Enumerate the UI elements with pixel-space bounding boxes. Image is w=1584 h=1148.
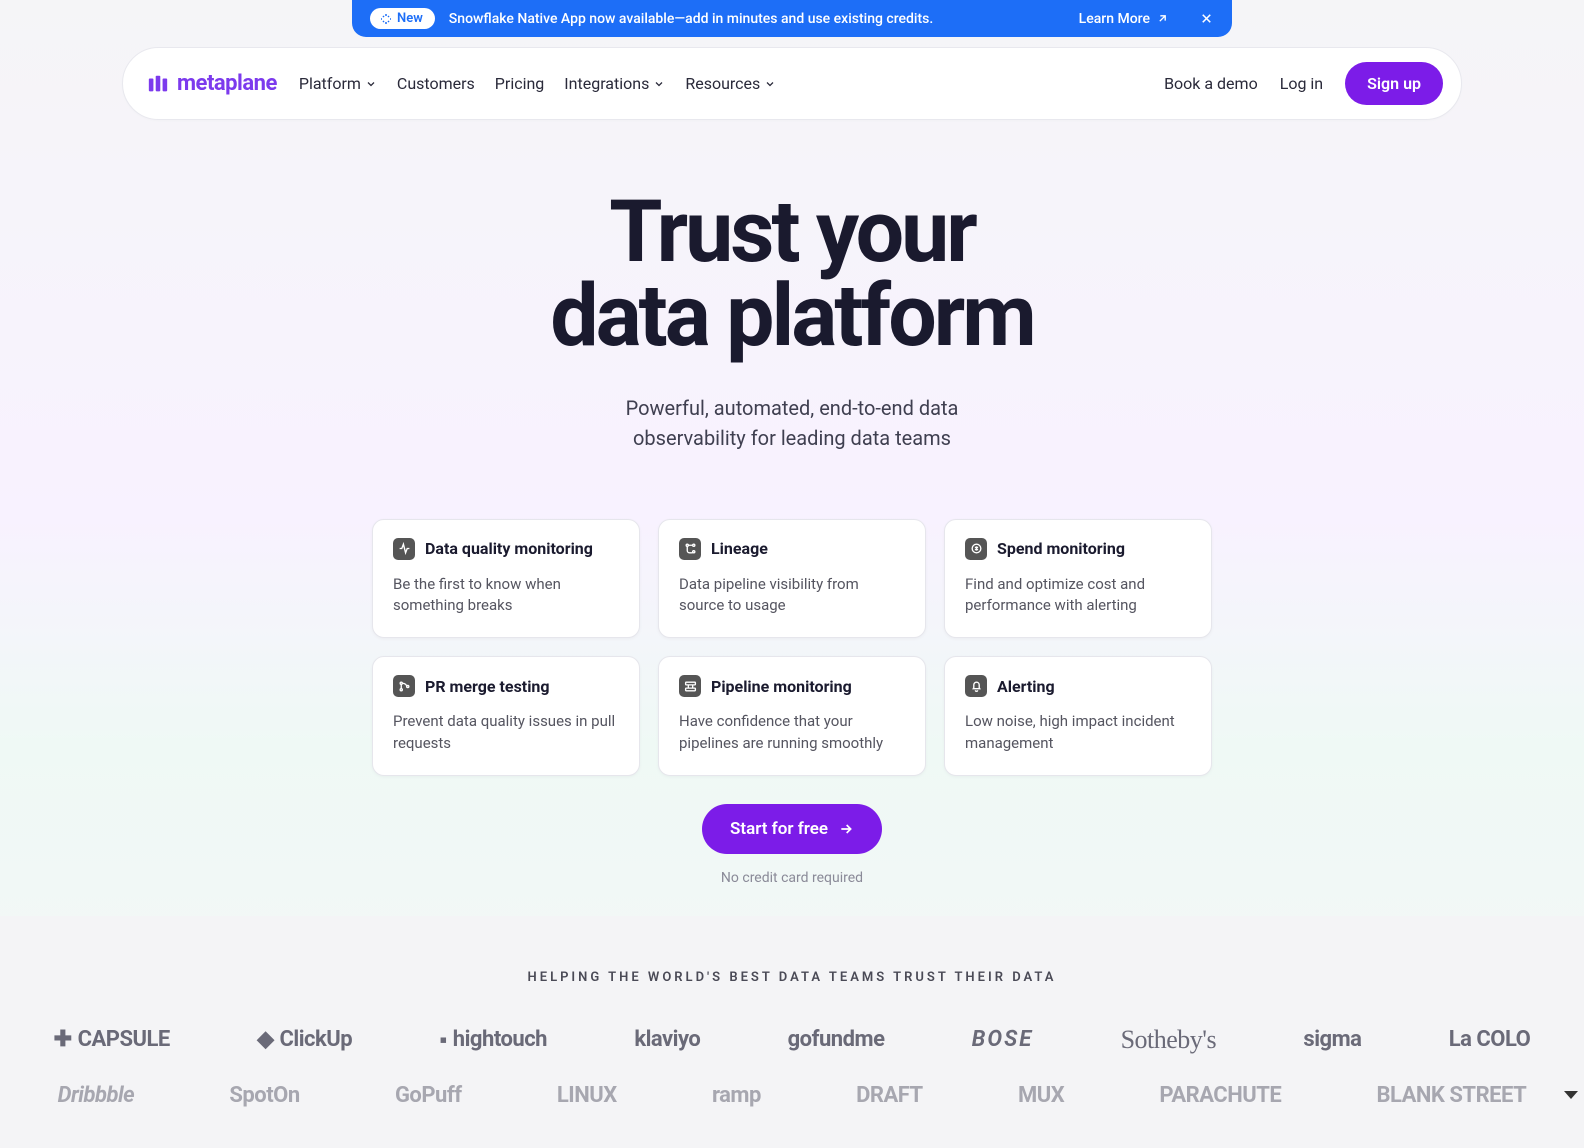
nav-item-resources[interactable]: Resources [685,74,776,93]
new-badge: New [370,8,435,29]
card-spend-monitoring[interactable]: Spend monitoring Find and optimize cost … [944,519,1212,639]
metaplane-logo-icon [147,73,169,95]
logos-row-2: Dribbble SpotOn GoPuff LINUX ramp DRAFT … [0,1055,1584,1108]
login-link[interactable]: Log in [1280,74,1323,93]
chevron-down-icon[interactable] [1564,1091,1578,1099]
lineage-icon [679,538,701,560]
card-title: Spend monitoring [997,539,1125,558]
logo-sigma: sigma [1303,1027,1361,1052]
logo-gofundme: gofundme [788,1027,885,1052]
card-desc: Be the first to know when something brea… [393,574,619,618]
arrow-right-icon [838,821,854,837]
bell-icon [965,675,987,697]
arrow-up-right-icon [1156,12,1169,25]
card-title: Pipeline monitoring [711,677,852,696]
card-title: PR merge testing [425,677,550,696]
logo-sothebys: Sotheby's [1121,1025,1217,1055]
card-alerting[interactable]: Alerting Low noise, high impact incident… [944,656,1212,776]
main-nav: metaplane Platform Customers Pricing Int… [122,47,1462,120]
card-desc: Data pipeline visibility from source to … [679,574,905,618]
nav-item-pricing[interactable]: Pricing [495,74,545,93]
logo-ramp: ramp [712,1083,761,1108]
logo-capsule: ✚ CAPSULE [54,1027,170,1052]
logo-mux: MUX [1018,1083,1064,1108]
learn-more-label: Learn More [1079,11,1150,27]
logo-gopuff: GoPuff [395,1083,462,1108]
sparkle-icon [380,13,392,25]
hero-title: Trust your data platform [20,190,1564,359]
card-data-quality-monitoring[interactable]: Data quality monitoring Be the first to … [372,519,640,639]
nav-links: Platform Customers Pricing Integrations … [299,74,776,93]
close-icon [1199,11,1214,26]
announcement-text: Snowflake Native App now available—add i… [449,11,933,27]
logo-parachute: PARACHUTE [1159,1083,1281,1108]
brand-name: metaplane [177,71,277,96]
logo-clickup: ◆ ClickUp [257,1027,352,1052]
card-desc: Find and optimize cost and performance w… [965,574,1191,618]
hero-section: Trust your data platform Powerful, autom… [0,120,1584,483]
cta-subtext: No credit card required [0,870,1584,886]
start-free-button[interactable]: Start for free [702,804,882,854]
logo-lacolo: La COLO [1449,1027,1531,1052]
card-desc: Prevent data quality issues in pull requ… [393,711,619,755]
logos-heading: HELPING THE WORLD'S BEST DATA TEAMS TRUS… [0,970,1584,985]
new-badge-label: New [397,11,423,26]
card-pipeline-monitoring[interactable]: Pipeline monitoring Have confidence that… [658,656,926,776]
card-title: Data quality monitoring [425,539,593,558]
learn-more-link[interactable]: Learn More [1079,11,1169,27]
logo-spoton: SpotOn [229,1083,299,1108]
close-announcement-button[interactable] [1199,11,1214,26]
logo-bose: BOSE [972,1027,1033,1052]
chevron-down-icon [365,78,377,90]
logo-klaviyo: klaviyo [634,1027,700,1052]
merge-icon [393,675,415,697]
announcement-bar: New Snowflake Native App now available—a… [352,0,1232,37]
spend-icon [965,538,987,560]
cta-section: Start for free No credit card required [0,804,1584,916]
chevron-down-icon [653,78,665,90]
nav-item-customers[interactable]: Customers [397,74,475,93]
logos-section: HELPING THE WORLD'S BEST DATA TEAMS TRUS… [0,916,1584,1148]
logo-hightouch: ▪ hightouch [439,1027,547,1053]
pipeline-icon [679,675,701,697]
brand-logo[interactable]: metaplane [147,71,277,96]
card-lineage[interactable]: Lineage Data pipeline visibility from so… [658,519,926,639]
activity-icon [393,538,415,560]
hero-subtitle: Powerful, automated, end-to-end data obs… [20,393,1564,453]
book-demo-link[interactable]: Book a demo [1164,74,1258,93]
card-title: Alerting [997,677,1055,696]
card-desc: Low noise, high impact incident manageme… [965,711,1191,755]
nav-item-platform[interactable]: Platform [299,74,377,93]
feature-cards-grid: Data quality monitoring Be the first to … [352,519,1232,776]
logo-dribbble: Dribbble [58,1083,135,1108]
nav-right: Book a demo Log in Sign up [1164,62,1443,105]
signup-button[interactable]: Sign up [1345,62,1443,105]
chevron-down-icon [764,78,776,90]
nav-item-integrations[interactable]: Integrations [564,74,665,93]
logo-blankstreet: BLANK STREET [1376,1083,1526,1108]
card-pr-merge-testing[interactable]: PR merge testing Prevent data quality is… [372,656,640,776]
card-title: Lineage [711,539,768,558]
logo-draft: DRAFT [856,1083,923,1108]
logo-linux: LINUX [557,1083,617,1108]
logos-row-1: ✚ CAPSULE ◆ ClickUp ▪ hightouch klaviyo … [0,985,1584,1055]
cta-button-label: Start for free [730,819,828,839]
card-desc: Have confidence that your pipelines are … [679,711,905,755]
